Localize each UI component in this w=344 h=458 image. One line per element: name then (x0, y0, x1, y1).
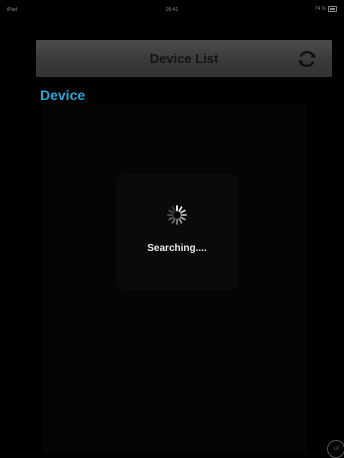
battery-icon (328, 6, 337, 12)
header-bar: Device List (36, 40, 332, 77)
device-section-label: Device (40, 87, 86, 103)
loading-overlay: Searching.... (116, 174, 238, 290)
searching-status: Searching.... (147, 243, 207, 254)
refresh-icon (298, 50, 316, 68)
status-bar: iPad 09:41 74 % (0, 0, 344, 20)
zoom-badge[interactable]: 1X (327, 440, 344, 458)
refresh-button[interactable] (296, 48, 318, 70)
battery-status: 74 % (315, 6, 337, 12)
battery-percent: 74 % (314, 6, 326, 12)
status-time: 09:41 (165, 7, 179, 13)
spinner-icon (167, 205, 187, 225)
page-title: Device List (149, 51, 219, 66)
